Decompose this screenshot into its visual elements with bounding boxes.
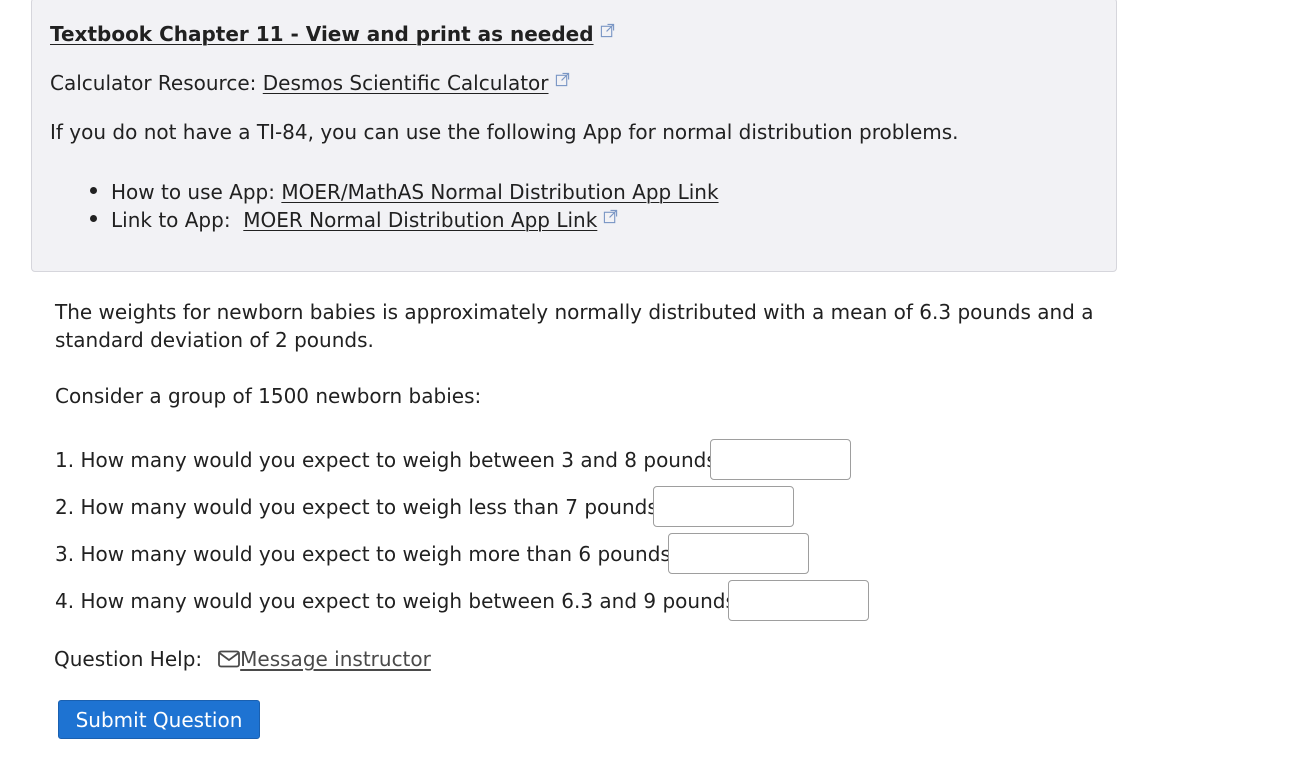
app-intro-text: If you do not have a TI-84, you can use … [50,120,959,144]
external-link-icon [600,23,614,38]
submit-question-button[interactable]: Submit Question [58,700,260,739]
textbook-line: Textbook Chapter 11 - View and print as … [50,21,615,47]
list-item: Link to App: MOER Normal Distribution Ap… [90,207,618,233]
answer-input-1[interactable] [710,439,851,480]
external-link-icon [555,72,569,87]
mail-icon [218,650,241,668]
problem-group-text: Consider a group of 1500 newborn babies: [55,384,482,408]
calculator-line: Calculator Resource: Desmos Scientific C… [50,70,570,96]
question-1-text: 1. How many would you expect to weigh be… [55,448,728,472]
calculator-prefix: Calculator Resource: [50,71,257,95]
list-item-prefix: Link to App: [111,208,231,232]
question-help-row: Question Help: Message instructor [54,646,431,672]
question-help-label: Question Help: [54,647,203,671]
answer-input-3[interactable] [668,533,809,574]
problem-intro-line1: The weights for newborn babies is approx… [55,300,1094,324]
question-3-text: 3. How many would you expect to weigh mo… [55,542,682,566]
bullet [90,215,97,222]
answer-input-2[interactable] [653,486,794,527]
desmos-calculator-link[interactable]: Desmos Scientific Calculator [263,71,549,95]
bullet [90,187,97,194]
how-to-use-app-link[interactable]: MOER/MathAS Normal Distribution App Link [281,180,718,204]
question-2-text: 2. How many would you expect to weigh le… [55,495,669,519]
message-instructor-link[interactable]: Message instructor [240,647,431,671]
answer-input-4[interactable] [728,580,869,621]
external-link-icon [604,209,618,224]
problem-intro-line2: standard deviation of 2 pounds. [55,328,374,352]
normal-distribution-app-link[interactable]: MOER Normal Distribution App Link [243,208,597,232]
textbook-link[interactable]: Textbook Chapter 11 - View and print as … [50,22,594,46]
question-4-text: 4. How many would you expect to weigh be… [55,589,747,613]
list-item: How to use App: MOER/MathAS Normal Distr… [90,179,719,205]
list-item-prefix: How to use App: [111,180,275,204]
